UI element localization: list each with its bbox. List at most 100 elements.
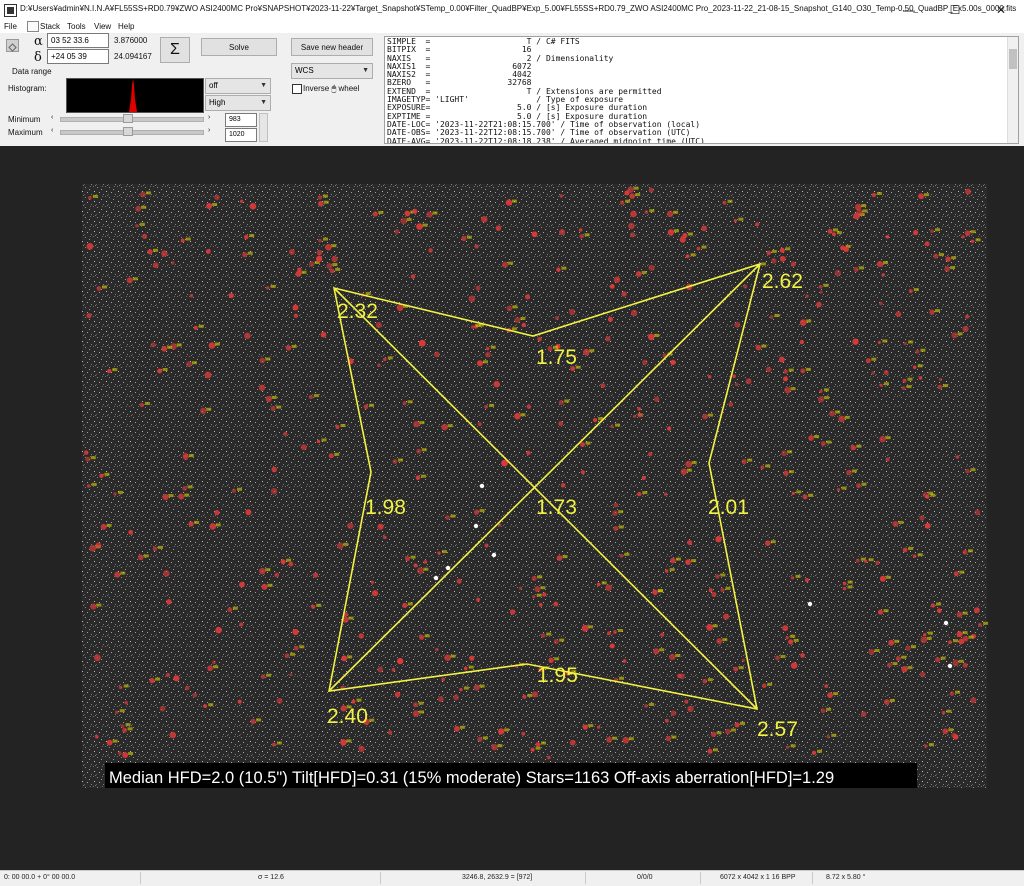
- star-hfd-label: [790, 387, 796, 391]
- star-marker: [128, 529, 134, 535]
- star-marker: [818, 284, 823, 289]
- star-hfd-label: [738, 666, 744, 670]
- star-marker: [416, 223, 423, 230]
- star-marker: [166, 599, 172, 605]
- star-marker: [708, 588, 713, 593]
- star-marker: [956, 631, 963, 638]
- chevron-down-icon: ▼: [260, 99, 267, 106]
- maximize-button[interactable]: ☐: [932, 0, 978, 20]
- star-marker: [214, 194, 220, 201]
- star-marker: [161, 346, 167, 352]
- star-hfd-label: [369, 403, 374, 407]
- star-marker: [261, 583, 268, 590]
- star-marker: [622, 736, 630, 744]
- range-spinner[interactable]: [259, 113, 268, 142]
- star-marker: [842, 581, 847, 586]
- minimum-slider-thumb[interactable]: [123, 114, 134, 123]
- star-hfd-label: [935, 309, 940, 313]
- star-hfd-label: [687, 232, 693, 236]
- star-marker: [734, 321, 741, 328]
- star-marker: [925, 494, 930, 499]
- star-marker: [182, 486, 187, 491]
- star-marker: [877, 340, 881, 345]
- star-marker: [816, 301, 822, 308]
- star-hfd-label: [785, 247, 791, 251]
- star-marker: [441, 677, 446, 682]
- star-marker: [875, 560, 880, 565]
- dec-input[interactable]: +24 05 39: [47, 49, 109, 64]
- star-hfd-label: [892, 662, 898, 666]
- star-marker: [901, 386, 906, 390]
- header-scroll-thumb[interactable]: [1009, 49, 1017, 69]
- projection-select[interactable]: WCS ▼: [291, 63, 373, 79]
- star-marker: [728, 401, 734, 407]
- menu-tools[interactable]: Tools: [67, 22, 86, 31]
- star-marker: [371, 590, 379, 597]
- star-hfd-label: [780, 655, 786, 658]
- star-hfd-label: [720, 573, 726, 577]
- chevron-right-icon[interactable]: ›: [208, 114, 210, 121]
- star-hfd-label: [951, 256, 957, 260]
- maximum-slider-thumb[interactable]: [123, 127, 134, 136]
- header-scrollbar[interactable]: [1007, 37, 1018, 143]
- star-marker: [150, 342, 156, 348]
- maximum-value[interactable]: 1020: [225, 128, 257, 142]
- star-marker: [135, 205, 142, 212]
- star-hfd-label: [856, 444, 862, 448]
- histogram-display: [66, 78, 204, 113]
- menu-help[interactable]: Help: [118, 22, 134, 31]
- star-marker: [973, 607, 980, 614]
- close-button[interactable]: ✕: [978, 0, 1024, 20]
- star-marker: [783, 376, 788, 382]
- inverse-wheel-checkbox[interactable]: [292, 84, 302, 94]
- menu-view[interactable]: View: [94, 22, 111, 31]
- star-marker: [316, 439, 321, 444]
- star-marker: [122, 727, 128, 733]
- chevron-left-icon[interactable]: ‹: [51, 127, 53, 134]
- star-marker: [644, 704, 648, 708]
- image-canvas[interactable]: 2.32 2.62 2.40 2.57 1.75 1.98 2.01 1.95 …: [0, 146, 1024, 870]
- star-marker: [498, 728, 505, 735]
- star-marker: [227, 607, 233, 613]
- minimize-button[interactable]: —: [886, 0, 932, 20]
- star-hfd-label: [806, 319, 812, 323]
- minimum-value[interactable]: 983: [225, 113, 257, 127]
- star-hfd-label: [765, 464, 771, 468]
- fits-header-panel[interactable]: SIMPLE = T / C# FITS BITPIX = 16 NAXIS =…: [384, 36, 1019, 144]
- star-hfd-label: [635, 193, 641, 197]
- star-hfd-label: [213, 665, 219, 669]
- star-marker: [214, 509, 220, 516]
- star-hfd-label: [348, 616, 354, 620]
- star-marker: [755, 344, 762, 351]
- star-hfd-label: [387, 356, 393, 360]
- star-hfd-label: [265, 357, 271, 361]
- image-viewer[interactable]: 2.32 2.62 2.40 2.57 1.75 1.98 2.01 1.95 …: [0, 146, 1024, 870]
- histogram-mode-select[interactable]: off ▼: [205, 78, 271, 94]
- sigma-button[interactable]: Σ: [160, 37, 190, 63]
- solve-button[interactable]: Solve: [201, 38, 277, 56]
- star-hfd-label: [962, 611, 968, 615]
- star-marker: [952, 659, 959, 667]
- star-marker: [832, 232, 836, 237]
- star-marker: [600, 383, 606, 389]
- star-marker: [558, 421, 564, 426]
- star-hfd-label: [796, 490, 802, 494]
- star-marker: [186, 361, 192, 368]
- star-marker: [924, 522, 931, 529]
- star-hfd-label: [316, 603, 322, 607]
- chevron-right-icon[interactable]: ›: [208, 127, 210, 134]
- star-marker: [715, 574, 720, 579]
- star-marker: [685, 559, 691, 565]
- star-marker: [720, 587, 725, 593]
- star-hfd-label: [894, 639, 900, 643]
- range-mode-select[interactable]: High ▼: [205, 95, 271, 111]
- chevron-left-icon[interactable]: ‹: [51, 114, 53, 121]
- star-marker: [188, 521, 194, 527]
- menu-stack[interactable]: Stack: [40, 22, 60, 31]
- save-header-button[interactable]: Save new header: [291, 38, 373, 56]
- menu-file[interactable]: File: [4, 22, 17, 31]
- star-marker: [99, 473, 104, 478]
- ra-input[interactable]: 03 52 33.6: [47, 33, 109, 48]
- star-hfd-label: [483, 360, 488, 364]
- refresh-icon[interactable]: [6, 39, 19, 52]
